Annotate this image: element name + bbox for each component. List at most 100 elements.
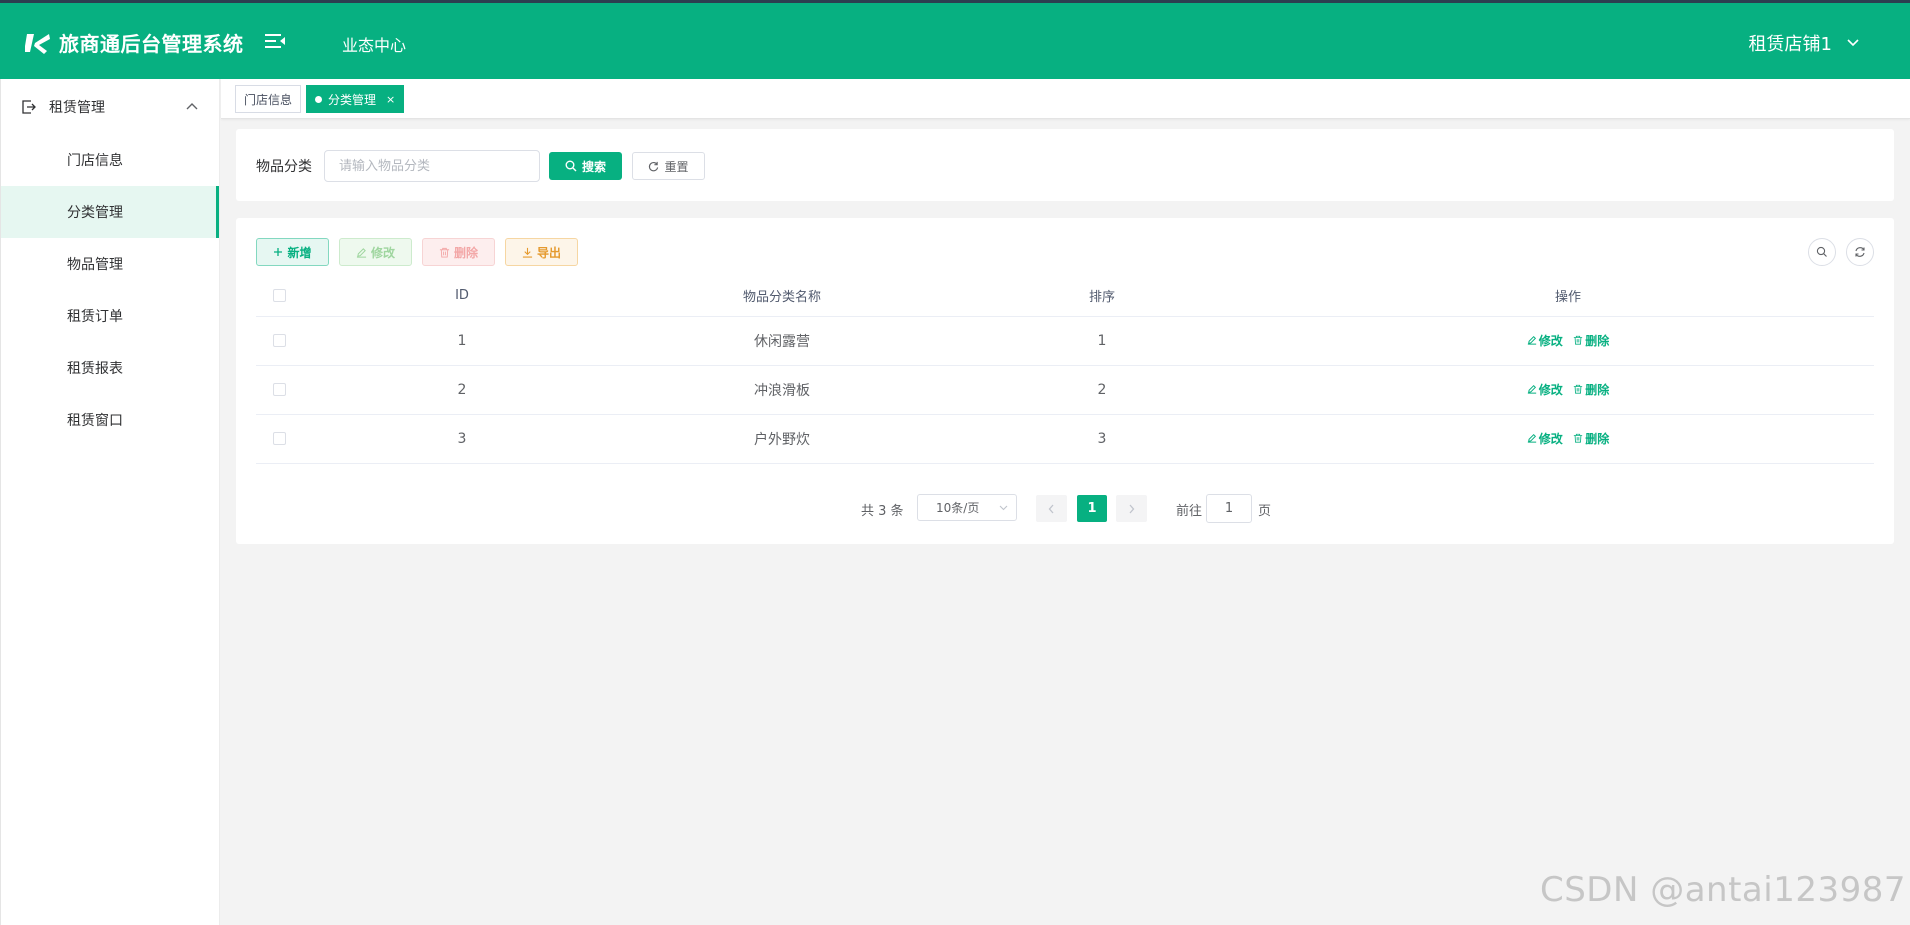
exit-icon [22, 99, 36, 114]
logo: 旅商通后台管理系统 [25, 28, 244, 57]
tabs-bar: 门店信息 分类管理 × [221, 79, 1910, 119]
row-edit-link[interactable]: 修改 [1527, 332, 1563, 349]
row-edit-label: 修改 [1538, 431, 1563, 446]
tab-store-info[interactable]: 门店信息 [235, 85, 302, 113]
sidebar-item-goods-mgmt[interactable]: 物品管理 [1, 238, 219, 290]
top-header: 旅商通后台管理系统 业态中心 租赁店铺1 [0, 0, 1910, 79]
next-page-button[interactable] [1116, 495, 1147, 522]
cell-actions: 修改 删除 [1262, 414, 1874, 464]
row-edit-link[interactable]: 修改 [1527, 381, 1563, 398]
column-header-actions: 操作 [1262, 276, 1874, 317]
row-edit-label: 修改 [1538, 382, 1563, 397]
trash-icon [1574, 434, 1583, 443]
cell-id: 3 [302, 414, 622, 464]
close-icon[interactable]: × [386, 93, 395, 106]
app-title: 旅商通后台管理系统 [59, 32, 244, 56]
goto-page-input[interactable] [1206, 494, 1252, 523]
logo-icon [25, 33, 50, 54]
sidebar-item-store-info[interactable]: 门店信息 [1, 134, 219, 186]
chevron-down-icon [999, 505, 1008, 511]
edit-button[interactable]: 修改 [339, 238, 412, 266]
table-header-row: ID 物品分类名称 排序 操作 [256, 276, 1874, 317]
page-suffix-label: 页 [1258, 504, 1272, 519]
row-delete-link[interactable]: 删除 [1573, 381, 1609, 398]
export-button-label: 导出 [536, 245, 561, 260]
cell-sort: 2 [942, 365, 1262, 415]
goto-label: 前往 [1176, 504, 1203, 519]
table-row: 1 休闲露营 1 修改 删除 [256, 316, 1874, 366]
cell-name: 休闲露营 [622, 316, 942, 366]
cell-id: 2 [302, 365, 622, 415]
add-button-label: 新增 [287, 245, 312, 260]
plus-icon [274, 248, 283, 256]
reset-button-label: 重置 [664, 159, 689, 174]
search-panel: 物品分类 搜索 重置 [236, 129, 1894, 201]
category-table: ID 物品分类名称 排序 操作 1 休闲露营 1 修改 删除 2 冲浪滑板 2 … [256, 276, 1874, 464]
row-delete-label: 删除 [1585, 382, 1610, 397]
row-edit-label: 修改 [1538, 333, 1563, 348]
shop-name: 租赁店铺1 [1748, 34, 1832, 55]
cell-sort: 3 [942, 414, 1262, 464]
sidebar-item-rental-orders[interactable]: 租赁订单 [1, 290, 219, 342]
reset-button[interactable]: 重置 [632, 152, 705, 180]
column-header-id: ID [302, 276, 622, 317]
chevron-up-icon [186, 103, 198, 110]
refresh-icon [649, 161, 659, 171]
tab-category-mgmt[interactable]: 分类管理 × [306, 85, 405, 113]
edit-button-label: 修改 [370, 245, 395, 260]
tab-label: 门店信息 [244, 92, 293, 107]
sidebar: 租赁管理 门店信息 分类管理 物品管理 租赁订单 租赁报表 租赁窗口 [0, 79, 220, 925]
row-select-cell [256, 414, 302, 464]
cell-id: 1 [302, 316, 622, 366]
nav-business-center[interactable]: 业态中心 [342, 32, 406, 56]
delete-button[interactable]: 删除 [422, 238, 495, 266]
sidebar-item-rental-window[interactable]: 租赁窗口 [1, 394, 219, 446]
sidebar-item-category-mgmt[interactable]: 分类管理 [1, 186, 219, 238]
select-all-checkbox[interactable] [272, 289, 286, 303]
row-delete-label: 删除 [1585, 431, 1610, 446]
select-all-cell [256, 276, 302, 317]
download-icon [522, 247, 533, 258]
toggle-search-button[interactable] [1808, 238, 1836, 266]
export-button[interactable]: 导出 [505, 238, 578, 266]
menu-group-rental[interactable]: 租赁管理 [1, 79, 219, 134]
chevron-left-icon [1048, 504, 1054, 513]
pagination: 共 3 条 10条/页 1 前往 页 [236, 492, 1894, 524]
trash-icon [1574, 385, 1583, 394]
shop-selector[interactable]: 租赁店铺1 [1749, 30, 1860, 56]
current-page-button[interactable]: 1 [1077, 495, 1107, 522]
column-header-name: 物品分类名称 [622, 276, 942, 317]
category-search-input[interactable] [324, 150, 540, 182]
chevron-down-icon [1847, 39, 1859, 47]
edit-icon [356, 247, 367, 258]
refresh-icon [1855, 247, 1865, 257]
prev-page-button[interactable] [1036, 495, 1067, 522]
row-checkbox[interactable] [272, 334, 286, 347]
column-header-sort: 排序 [942, 276, 1262, 317]
cell-name: 户外野炊 [622, 414, 942, 464]
row-select-cell [256, 365, 302, 415]
row-delete-link[interactable]: 删除 [1573, 430, 1609, 447]
edit-icon [1527, 336, 1536, 345]
search-icon [565, 160, 577, 172]
row-delete-link[interactable]: 删除 [1573, 332, 1609, 349]
delete-button-label: 删除 [453, 245, 478, 260]
row-checkbox[interactable] [272, 432, 286, 445]
page-size-select[interactable]: 10条/页 [917, 494, 1017, 521]
cell-sort: 1 [942, 316, 1262, 366]
watermark: CSDN @antai123987 [1539, 870, 1906, 910]
category-search-label: 物品分类 [256, 159, 312, 175]
table-panel: 新增 修改 删除 导出 ID 物品分类名称 排序 操作 1 休闲露营 1 修改 … [236, 218, 1894, 544]
pagination-total: 共 3 条 [861, 504, 904, 519]
row-edit-link[interactable]: 修改 [1527, 430, 1563, 447]
search-icon [1816, 246, 1827, 257]
search-button-label: 搜索 [581, 159, 606, 174]
search-button[interactable]: 搜索 [549, 152, 622, 180]
chevron-right-icon [1129, 504, 1135, 513]
add-button[interactable]: 新增 [256, 238, 329, 266]
row-checkbox[interactable] [272, 383, 286, 396]
sidebar-item-rental-report[interactable]: 租赁报表 [1, 342, 219, 394]
cell-actions: 修改 删除 [1262, 316, 1874, 366]
menu-collapse-icon[interactable] [264, 31, 286, 51]
refresh-button[interactable] [1846, 238, 1874, 266]
